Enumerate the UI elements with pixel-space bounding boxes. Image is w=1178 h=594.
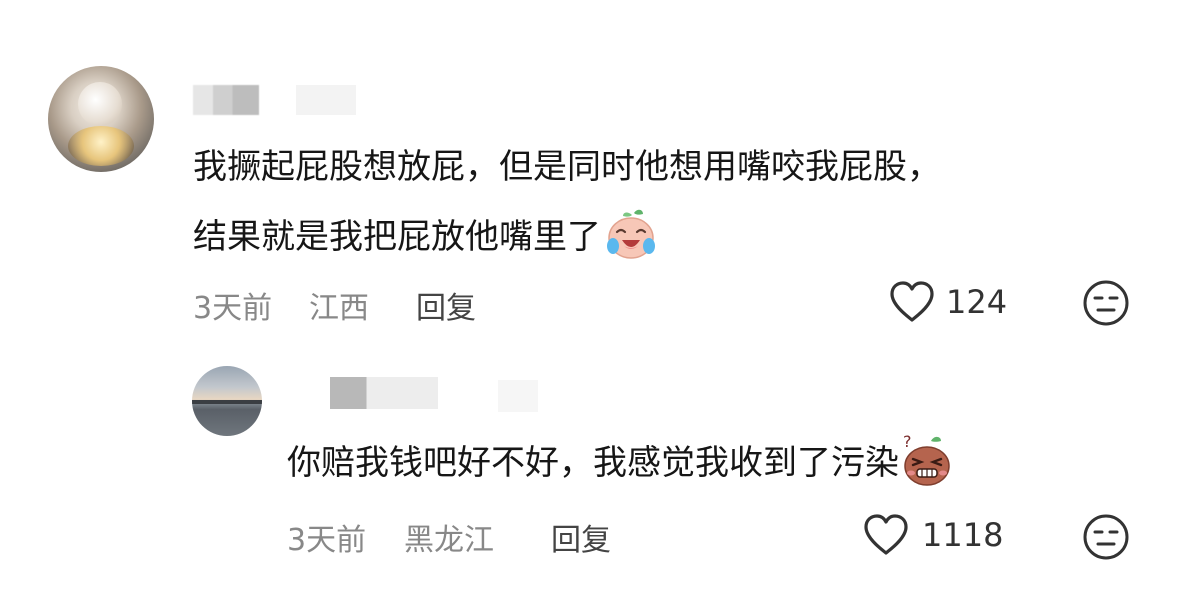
comment-time: 3天前 bbox=[193, 291, 273, 326]
commenter-avatar[interactable] bbox=[48, 66, 154, 172]
blurred-username[interactable] bbox=[193, 85, 259, 115]
blurred-username[interactable] bbox=[330, 377, 438, 409]
reply-text-line-with-emoji: 你赔我钱吧好不好，我感觉我收到了污染 ? bbox=[287, 428, 953, 498]
like-button[interactable] bbox=[888, 280, 936, 324]
like-button[interactable] bbox=[862, 513, 910, 557]
reply-location: 黑龙江 bbox=[404, 523, 494, 558]
heart-outline-icon bbox=[890, 281, 934, 322]
laughing-crying-face-emoji bbox=[607, 209, 655, 259]
like-count: 1118 bbox=[922, 516, 1004, 554]
neutral-face-outline-icon bbox=[1083, 514, 1129, 560]
reply-button[interactable]: 回复 bbox=[416, 283, 476, 327]
avatar-figure-glow bbox=[68, 126, 134, 166]
grimacing-bean-face-emoji: ? bbox=[903, 432, 950, 486]
blurred-username-part bbox=[498, 380, 538, 412]
replier-avatar[interactable] bbox=[192, 366, 262, 436]
heart-outline-icon bbox=[864, 514, 908, 555]
comment-text-line: 我撅起屁股想放屁，但是同时他想用嘴咬我屁股， bbox=[193, 147, 941, 187]
blurred-username-part bbox=[296, 85, 356, 115]
reply-time: 3天前 bbox=[287, 523, 367, 558]
comment-text-line: 结果就是我把屁放他嘴里了 bbox=[193, 217, 601, 257]
comment-text-line-with-emoji: 结果就是我把屁放他嘴里了 bbox=[193, 202, 659, 272]
svg-text:?: ? bbox=[903, 432, 912, 451]
neutral-face-outline-icon bbox=[1083, 280, 1129, 326]
reply-button[interactable]: 回复 bbox=[551, 515, 611, 559]
avatar-figure-head bbox=[78, 82, 122, 126]
like-count: 124 bbox=[946, 283, 1008, 321]
dislike-button[interactable] bbox=[1082, 279, 1130, 327]
avatar-horizon-line bbox=[192, 400, 262, 404]
reply-text-line: 你赔我钱吧好不好，我感觉我收到了污染 bbox=[287, 443, 899, 483]
comment-location: 江西 bbox=[309, 291, 369, 326]
dislike-button[interactable] bbox=[1082, 513, 1130, 561]
